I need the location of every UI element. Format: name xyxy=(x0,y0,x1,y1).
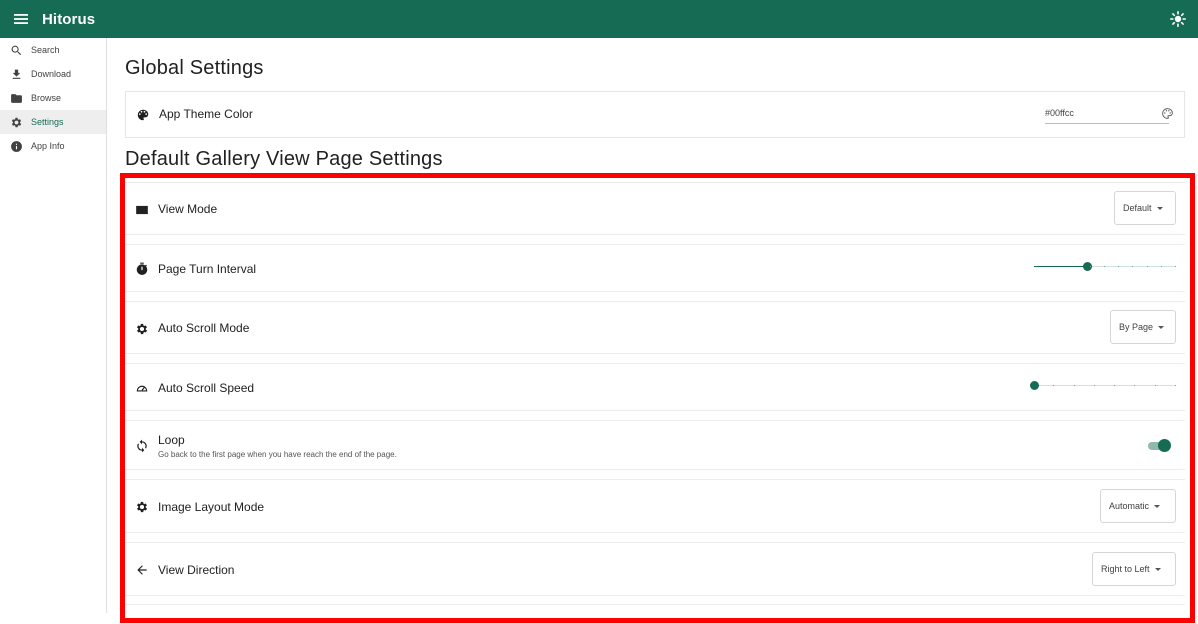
theme-color-value: #00ffcc xyxy=(1045,108,1074,118)
gear-icon xyxy=(136,501,148,513)
auto-scroll-mode-label: Auto Scroll Mode xyxy=(158,321,250,335)
stopwatch-icon xyxy=(136,262,148,275)
slider-tick xyxy=(1089,266,1091,267)
app-theme-color-row: App Theme Color xyxy=(125,91,1185,138)
download-icon xyxy=(12,69,21,79)
slider-tick xyxy=(1132,266,1134,267)
slider-tick xyxy=(1160,266,1162,267)
slider-tick xyxy=(1118,266,1120,267)
caret-down-icon xyxy=(1158,325,1165,329)
slider-tick xyxy=(1134,385,1136,386)
app-bar: Hitorus xyxy=(0,0,1198,38)
image-layout-mode-row: Image Layout Mode xyxy=(125,479,1185,533)
slider-fill xyxy=(1034,266,1087,267)
slider-tick xyxy=(1104,266,1105,267)
menu-button[interactable] xyxy=(0,0,42,38)
gear-icon xyxy=(136,323,148,335)
loop-label: Loop xyxy=(158,433,185,447)
sidebar-item-label: Download xyxy=(31,69,72,79)
sidebar-item-download[interactable]: Download xyxy=(0,62,106,86)
slider-tick xyxy=(1175,385,1176,386)
slider-tick xyxy=(1073,385,1075,386)
slider-tick xyxy=(1093,385,1095,386)
settings-main: Global Settings App Theme Color #00ffcc … xyxy=(108,38,1198,624)
view-direction-row: View Direction xyxy=(125,542,1185,596)
slider-tick xyxy=(1053,385,1055,386)
palette-icon xyxy=(137,109,149,121)
global-settings-heading: Global Settings xyxy=(125,57,264,79)
slider-tick xyxy=(1146,266,1148,267)
slider-thumb[interactable] xyxy=(1030,381,1039,390)
hamburger-menu-icon xyxy=(14,14,28,24)
page-turn-interval-label: Page Turn Interval xyxy=(158,262,257,276)
loop-toggle[interactable] xyxy=(1148,439,1172,453)
palette-picker-icon[interactable] xyxy=(1161,107,1174,120)
loop-row: Loop Go back to the first page when you … xyxy=(125,420,1185,470)
page-turn-interval-slider[interactable] xyxy=(1034,262,1176,272)
sidebar: Search Download Browse Settings App Info xyxy=(0,38,107,613)
gallery-settings-heading: Default Gallery View Page Settings xyxy=(125,148,443,170)
sidebar-item-label: App Info xyxy=(31,141,65,151)
gear-icon xyxy=(11,117,22,127)
sidebar-item-app-info[interactable]: App Info xyxy=(0,134,106,158)
sidebar-item-search[interactable]: Search xyxy=(0,38,106,62)
image-layout-mode-label: Image Layout Mode xyxy=(158,500,265,514)
caret-down-icon xyxy=(1156,206,1163,210)
auto-scroll-mode-value: By Page xyxy=(1119,322,1154,332)
sidebar-item-settings[interactable]: Settings xyxy=(0,110,106,134)
auto-scroll-speed-label: Auto Scroll Speed xyxy=(158,381,255,395)
loop-description: Go back to the first page when you have … xyxy=(158,450,397,459)
slider-tick xyxy=(1175,266,1176,267)
view-mode-label: View Mode xyxy=(158,202,218,216)
auto-scroll-speed-row: Auto Scroll Speed xyxy=(125,363,1185,411)
folder-icon xyxy=(11,93,22,103)
theme-color-input[interactable]: #00ffcc xyxy=(1045,104,1169,124)
view-direction-label: View Direction xyxy=(158,563,235,577)
image-layout-mode-dropdown[interactable]: Automatic xyxy=(1100,489,1176,523)
loop-icon xyxy=(137,439,147,453)
arrow-left-icon xyxy=(137,565,147,575)
slider-tick xyxy=(1154,385,1156,386)
caret-down-icon xyxy=(1154,504,1161,508)
view-direction-value: Right to Left xyxy=(1101,564,1150,574)
page-turn-interval-row: Page Turn Interval xyxy=(125,244,1185,292)
sidebar-item-label: Search xyxy=(31,45,60,55)
app-title: Hitorus xyxy=(42,10,96,28)
brightness-icon[interactable] xyxy=(1170,11,1186,27)
next-settings-row xyxy=(125,604,1185,624)
speedometer-icon xyxy=(136,385,148,392)
sidebar-item-browse[interactable]: Browse xyxy=(0,86,106,110)
view-mode-icon xyxy=(136,205,148,215)
auto-scroll-mode-row: Auto Scroll Mode xyxy=(125,301,1185,354)
info-icon xyxy=(11,140,22,152)
app-theme-color-label: App Theme Color xyxy=(159,107,253,121)
auto-scroll-mode-dropdown[interactable]: By Page xyxy=(1110,310,1176,344)
auto-scroll-speed-slider[interactable] xyxy=(1030,381,1176,391)
view-mode-dropdown[interactable]: Default xyxy=(1114,191,1176,225)
toggle-knob xyxy=(1158,439,1171,452)
caret-down-icon xyxy=(1154,567,1161,571)
sidebar-item-label: Browse xyxy=(31,93,62,103)
sidebar-item-label: Settings xyxy=(31,117,64,127)
search-icon xyxy=(11,45,22,55)
view-direction-dropdown[interactable]: Right to Left xyxy=(1092,552,1176,586)
view-mode-row: View Mode xyxy=(125,182,1185,235)
view-mode-value: Default xyxy=(1123,203,1152,213)
image-layout-mode-value: Automatic xyxy=(1109,501,1150,511)
slider-tick xyxy=(1114,385,1116,386)
